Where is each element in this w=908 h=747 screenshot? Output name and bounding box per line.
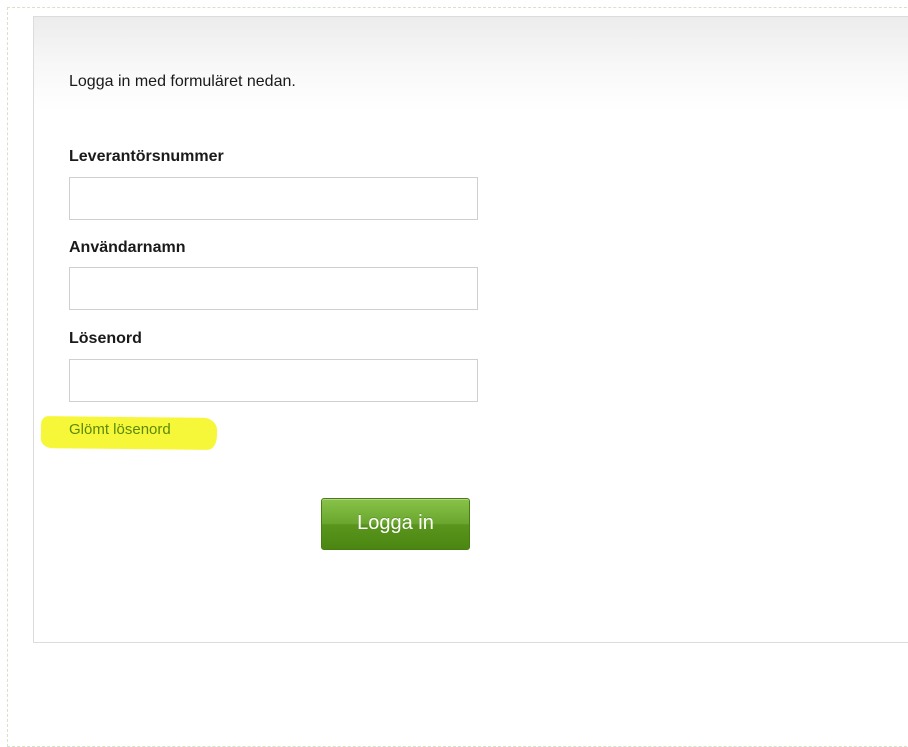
username-label: Användarnamn	[69, 239, 186, 256]
password-input[interactable]	[69, 359, 478, 402]
username-input[interactable]	[69, 267, 478, 310]
forgot-password-link[interactable]: Glömt lösenord	[69, 421, 171, 438]
intro-text: Logga in med formuläret nedan.	[69, 73, 296, 90]
login-button[interactable]: Logga in	[321, 498, 470, 550]
login-panel: Logga in med formuläret nedan. Leverantö…	[33, 16, 908, 643]
supplier-number-input[interactable]	[69, 177, 478, 220]
supplier-number-label: Leverantörsnummer	[69, 148, 224, 165]
password-label: Lösenord	[69, 330, 142, 347]
